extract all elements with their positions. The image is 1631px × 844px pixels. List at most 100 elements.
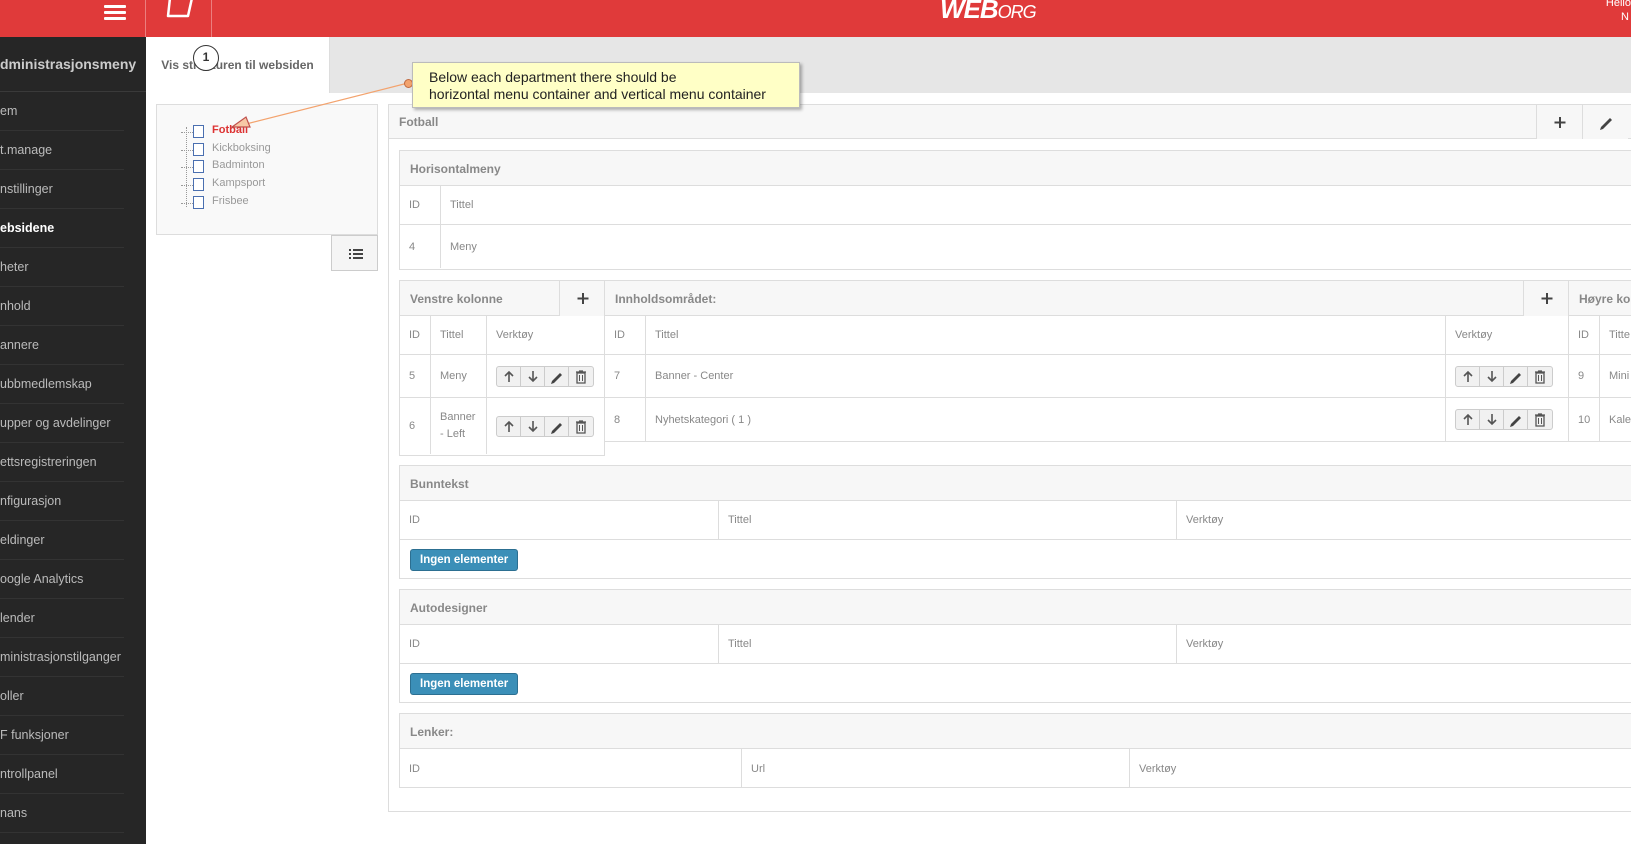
user-info[interactable]: Hello N (1606, 0, 1631, 24)
document-icon (193, 125, 204, 138)
edit-button[interactable] (1582, 105, 1628, 139)
topbar-divider (145, 0, 146, 37)
sidebar-item[interactable]: em (0, 92, 124, 131)
move-down-button[interactable] (1480, 410, 1504, 429)
table-header-row: ID Tittel Verktøy (605, 316, 1568, 355)
table-row[interactable]: 5 Meny (400, 355, 604, 398)
sidebar-item[interactable]: heter (0, 248, 124, 287)
edit-page-icon[interactable] (166, 0, 196, 23)
table-row[interactable]: 10 Kale (1569, 398, 1631, 441)
top-bar: WEBORG Hello N (0, 0, 1631, 37)
sidebar-item[interactable]: oogle Analytics (0, 560, 124, 599)
sidebar-item[interactable]: t.manage (0, 131, 124, 170)
move-down-icon (527, 370, 538, 382)
pencil-icon (550, 372, 562, 384)
sidebar-item[interactable]: nstillinger (0, 170, 124, 209)
move-down-icon (1486, 414, 1497, 426)
user-greeting: Hello (1605, 0, 1631, 9)
delete-item-button[interactable] (569, 367, 593, 386)
tab-site-structure[interactable]: Vis strukturen til websiden (146, 37, 330, 93)
tree-branch-line (181, 203, 193, 204)
delete-item-button[interactable] (569, 417, 593, 436)
col-header-id: ID (1578, 329, 1589, 341)
tree-item[interactable]: Fotball (181, 124, 301, 140)
move-down-button[interactable] (1480, 366, 1504, 386)
move-up-button[interactable] (497, 366, 521, 386)
sidebar-item[interactable]: ubbmedlemskap (0, 365, 124, 404)
table-row[interactable]: 9 Mini (1569, 355, 1631, 398)
sidebar-item[interactable]: lender (0, 599, 124, 638)
col-header-tools: Verktøy (1445, 316, 1570, 354)
sidebar-item[interactable]: ettsregistreringen (0, 443, 124, 482)
sidebar-item[interactable]: F funksjoner (0, 716, 124, 755)
cell-id: 9 (1578, 370, 1585, 382)
tree-view-toggle-button[interactable] (331, 235, 378, 271)
move-up-icon (503, 370, 514, 382)
move-up-button[interactable] (1456, 410, 1480, 429)
table-header-row: ID Titte (1569, 316, 1631, 355)
edit-item-button[interactable] (1504, 366, 1528, 386)
tree-item[interactable]: Kampsport (181, 177, 301, 193)
move-up-icon (503, 420, 514, 432)
delete-item-button[interactable] (1528, 367, 1552, 386)
delete-item-button[interactable] (1528, 410, 1552, 429)
cell-tools (1445, 355, 1570, 397)
move-down-button[interactable] (521, 416, 545, 436)
cell-tools (486, 398, 606, 454)
table-header-row: ID Tittel Verktøy (400, 316, 604, 355)
sidebar-item[interactable]: nhold (0, 287, 124, 326)
move-down-button[interactable] (521, 366, 545, 386)
sidebar-item[interactable]: ebsidene (0, 209, 124, 248)
tree-item[interactable]: Badminton (181, 159, 301, 175)
edit-item-button[interactable] (1504, 410, 1528, 429)
department-header: Fotball (389, 105, 1631, 139)
cell-id: 7 (614, 370, 621, 382)
section-header: Bunntekst (400, 466, 1631, 501)
section-header: Autodesigner (400, 590, 1631, 625)
section-title: Autodesigner (410, 601, 488, 615)
move-up-button[interactable] (1456, 366, 1480, 386)
sidebar-item[interactable]: eldinger (0, 521, 124, 560)
tree-item-label: Frisbee (212, 195, 249, 207)
table-row[interactable]: 6 Banner - Left (400, 398, 604, 454)
sidebar-item[interactable]: nans (0, 794, 124, 833)
add-button[interactable] (1536, 105, 1582, 139)
col-header-title: Tittel (718, 625, 1176, 663)
document-icon (193, 143, 204, 156)
tree-item[interactable]: Kickboksing (181, 142, 301, 158)
sidebar-item[interactable]: ministrasjonstilganger (0, 638, 124, 677)
table-row[interactable]: 4 Meny (400, 225, 1631, 268)
sidebar-item[interactable]: oller (0, 677, 124, 716)
plus-icon (1541, 293, 1553, 304)
sidebar-item[interactable]: nfigurasjon (0, 482, 124, 521)
hamburger-menu-icon[interactable] (104, 2, 126, 24)
edit-item-button[interactable] (545, 416, 569, 436)
annotation-number-badge: 1 (193, 45, 219, 71)
sidebar-item[interactable]: annere (0, 326, 124, 365)
table-header-row: ID Tittel Verktøy (400, 625, 1631, 664)
section-title: Lenker: (410, 725, 454, 739)
col-header-title: Titte (1599, 316, 1631, 354)
sidebar-item[interactable]: ntrollpanel (0, 755, 124, 794)
autodesigner-section: Autodesigner ID Tittel Verktøy Ingen ele… (399, 589, 1631, 703)
footer-text-section: Bunntekst ID Tittel Verktøy Ingen elemen… (399, 465, 1631, 579)
sidebar-item[interactable]: upper og avdelinger (0, 404, 124, 443)
col-header-url: Url (741, 749, 1129, 788)
plus-icon (1554, 117, 1566, 128)
empty-state-button[interactable]: Ingen elementer (410, 673, 519, 695)
edit-item-button[interactable] (545, 366, 569, 386)
table-row[interactable]: 7 Banner - Center (605, 355, 1568, 398)
tree-branch-line (181, 132, 193, 133)
move-up-button[interactable] (497, 416, 521, 436)
section-title: Innholdsområdet: (615, 292, 717, 306)
section-title: Bunntekst (410, 477, 469, 491)
add-left-item-button[interactable] (559, 281, 605, 316)
section-header: Horisontalmeny (400, 151, 1631, 186)
tree-item[interactable]: Frisbee (181, 195, 301, 211)
add-content-item-button[interactable] (1523, 281, 1569, 316)
plus-icon (577, 293, 589, 304)
empty-state-button[interactable]: Ingen elementer (410, 549, 519, 571)
tree-branch-line (181, 185, 193, 186)
cell-title: Meny (440, 225, 1631, 268)
table-row[interactable]: 8 Nyhetskategori ( 1 ) (605, 398, 1568, 441)
